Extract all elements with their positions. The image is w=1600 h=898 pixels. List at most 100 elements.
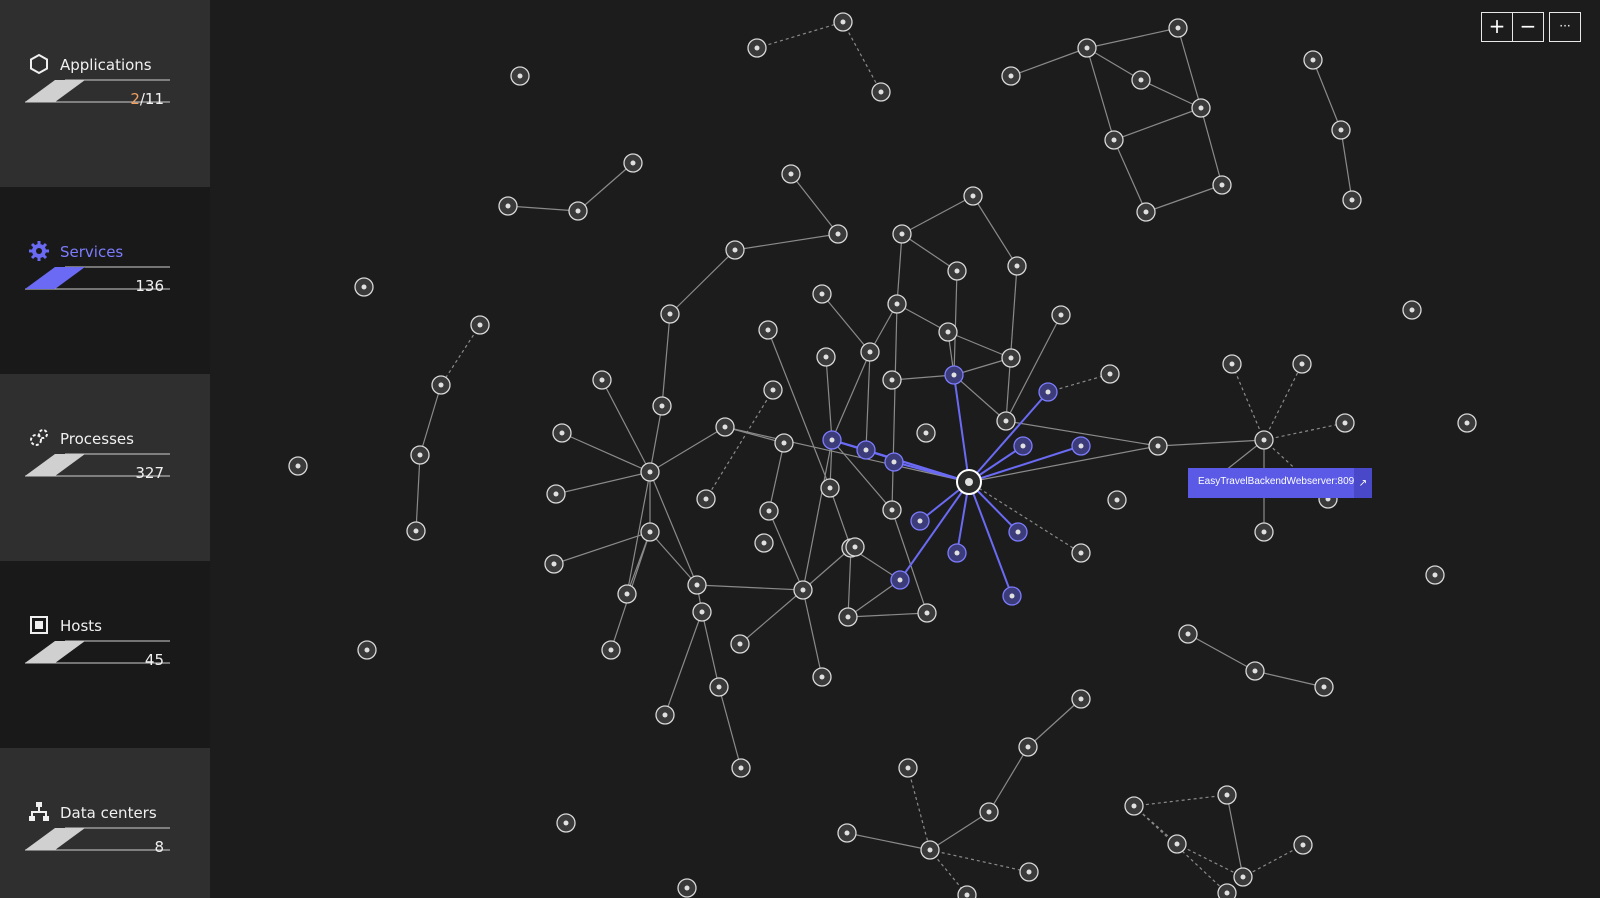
sidebar-item-processes[interactable]: Processes 327 (0, 374, 210, 561)
service-node[interactable] (1168, 18, 1188, 38)
service-node[interactable] (816, 347, 836, 367)
service-node[interactable] (1457, 413, 1477, 433)
service-node[interactable] (1178, 624, 1198, 644)
more-options-button[interactable]: ··· (1549, 12, 1581, 42)
service-node[interactable] (1002, 586, 1022, 606)
service-node[interactable] (890, 570, 910, 590)
service-tooltip[interactable]: EasyTravelBackendWebserver:8091 ↗ (1188, 468, 1372, 498)
service-node[interactable] (1007, 256, 1027, 276)
service-node[interactable] (354, 277, 374, 297)
service-node[interactable] (510, 66, 530, 86)
service-node[interactable] (640, 462, 660, 482)
service-node[interactable] (601, 640, 621, 660)
service-node[interactable] (996, 411, 1016, 431)
service-node[interactable] (957, 885, 977, 898)
service-node[interactable] (944, 365, 964, 385)
service-node[interactable] (917, 603, 937, 623)
zoom-in-button[interactable]: + (1481, 12, 1513, 42)
service-node[interactable] (1107, 490, 1127, 510)
service-node[interactable] (774, 433, 794, 453)
service-node[interactable] (947, 543, 967, 563)
service-node[interactable] (640, 522, 660, 542)
service-node[interactable] (1071, 543, 1091, 563)
service-node[interactable] (556, 813, 576, 833)
service-node[interactable] (758, 320, 778, 340)
service-node[interactable] (709, 677, 729, 697)
service-node[interactable] (754, 533, 774, 553)
sidebar-item-data-centers[interactable]: Data centers 8 (0, 748, 210, 898)
service-node[interactable] (677, 878, 697, 898)
service-node[interactable] (406, 521, 426, 541)
service-node[interactable] (1100, 364, 1120, 384)
external-link-icon[interactable]: ↗ (1354, 468, 1372, 498)
service-node[interactable] (1071, 436, 1091, 456)
service-node[interactable] (1071, 689, 1091, 709)
service-node[interactable] (1233, 867, 1253, 887)
service-node[interactable] (1001, 66, 1021, 86)
service-node[interactable] (470, 315, 490, 335)
service-node[interactable] (828, 224, 848, 244)
service-node[interactable] (696, 489, 716, 509)
service-node[interactable] (947, 261, 967, 281)
service-node[interactable] (715, 417, 735, 437)
service-node[interactable] (1222, 354, 1242, 374)
service-node[interactable] (820, 478, 840, 498)
service-node[interactable] (1148, 436, 1168, 456)
service-node[interactable] (592, 370, 612, 390)
service-node[interactable] (898, 758, 918, 778)
service-node[interactable] (1001, 348, 1021, 368)
service-node[interactable] (1331, 120, 1351, 140)
service-node[interactable] (498, 196, 518, 216)
service-node[interactable] (833, 12, 853, 32)
service-node[interactable] (1245, 661, 1265, 681)
service-node[interactable] (431, 375, 451, 395)
service-node[interactable] (1077, 38, 1097, 58)
service-node[interactable] (1212, 175, 1232, 195)
service-node[interactable] (1104, 130, 1124, 150)
zoom-out-button[interactable]: − (1512, 12, 1544, 42)
service-graph[interactable] (210, 0, 1600, 898)
service-node[interactable] (1136, 202, 1156, 222)
service-node[interactable] (1131, 70, 1151, 90)
service-node[interactable] (920, 840, 940, 860)
service-node[interactable] (860, 342, 880, 362)
service-node[interactable] (1191, 98, 1211, 118)
selected-service-node[interactable] (956, 469, 982, 495)
service-node[interactable] (763, 380, 783, 400)
sidebar-item-hosts[interactable]: Hosts 45 (0, 561, 210, 748)
service-node[interactable] (871, 82, 891, 102)
service-node[interactable] (1013, 436, 1033, 456)
service-node[interactable] (1292, 354, 1312, 374)
service-node[interactable] (812, 667, 832, 687)
service-node[interactable] (623, 153, 643, 173)
service-node[interactable] (1124, 796, 1144, 816)
service-node[interactable] (1293, 835, 1313, 855)
service-node[interactable] (887, 294, 907, 314)
service-node[interactable] (1018, 737, 1038, 757)
service-node[interactable] (617, 584, 637, 604)
service-node[interactable] (1254, 522, 1274, 542)
service-node[interactable] (747, 38, 767, 58)
service-node[interactable] (1038, 382, 1058, 402)
service-node[interactable] (1217, 883, 1237, 898)
service-node[interactable] (884, 452, 904, 472)
service-node[interactable] (568, 201, 588, 221)
service-node[interactable] (652, 396, 672, 416)
service-node[interactable] (660, 304, 680, 324)
service-node[interactable] (1254, 430, 1274, 450)
service-node[interactable] (812, 284, 832, 304)
service-node[interactable] (544, 554, 564, 574)
sidebar-item-applications[interactable]: Applications 2/11 (0, 0, 210, 187)
service-map-canvas[interactable]: EasyTravelBackendWebserver:8091 ↗ (210, 0, 1600, 898)
service-node[interactable] (1314, 677, 1334, 697)
service-node[interactable] (793, 580, 813, 600)
service-node[interactable] (837, 823, 857, 843)
service-node[interactable] (781, 164, 801, 184)
service-node[interactable] (1303, 50, 1323, 70)
service-node[interactable] (882, 370, 902, 390)
service-node[interactable] (1342, 190, 1362, 210)
service-node[interactable] (822, 430, 842, 450)
service-node[interactable] (938, 322, 958, 342)
service-node[interactable] (730, 634, 750, 654)
service-node[interactable] (882, 500, 902, 520)
